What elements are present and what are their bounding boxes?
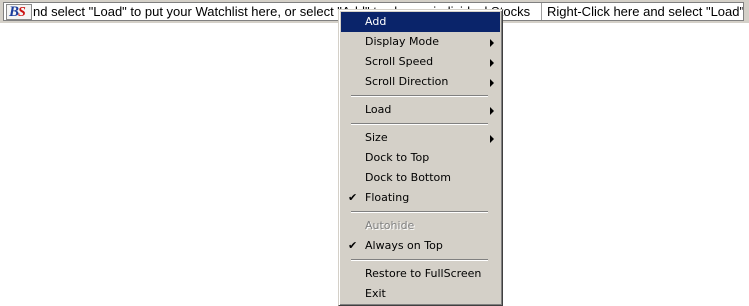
menu-item-label: Autohide bbox=[365, 219, 415, 232]
menu-item-label: Add bbox=[365, 15, 387, 28]
menu-item-dock-to-top[interactable]: Dock to Top bbox=[341, 148, 500, 168]
menu-item-display-mode[interactable]: Display Mode bbox=[341, 32, 500, 52]
menu-item-label: Floating bbox=[365, 191, 410, 204]
submenu-arrow-icon bbox=[490, 135, 494, 143]
menu-item-dock-to-bottom[interactable]: Dock to Bottom bbox=[341, 168, 500, 188]
menu-item-scroll-direction[interactable]: Scroll Direction bbox=[341, 72, 500, 92]
menu-item-label: Load bbox=[365, 103, 392, 116]
menu-separator bbox=[341, 256, 500, 264]
menu-item-always-on-top[interactable]: ✔ Always on Top bbox=[341, 236, 500, 256]
menu-item-label: Display Mode bbox=[365, 35, 440, 48]
menu-item-label: Always on Top bbox=[365, 239, 443, 252]
menu-item-label: Scroll Direction bbox=[365, 75, 449, 88]
menu-item-exit[interactable]: Exit bbox=[341, 284, 500, 304]
menu-item-floating[interactable]: ✔ Floating bbox=[341, 188, 500, 208]
menu-item-scroll-speed[interactable]: Scroll Speed bbox=[341, 52, 500, 72]
submenu-arrow-icon bbox=[490, 59, 494, 67]
menu-item-label: Scroll Speed bbox=[365, 55, 434, 68]
menu-separator bbox=[341, 92, 500, 100]
menu-item-label: Restore to FullScreen bbox=[365, 267, 482, 280]
menu-item-label: Size bbox=[365, 131, 388, 144]
context-menu: Add Display Mode Scroll Speed Scroll Dir… bbox=[338, 9, 503, 306]
ticker-scroll-text-2: Right-Click here and select "Load" bbox=[541, 3, 743, 20]
logo-letter-s: S bbox=[18, 5, 26, 20]
menu-item-label: Dock to Top bbox=[365, 151, 430, 164]
submenu-arrow-icon bbox=[490, 79, 494, 87]
menu-item-restore-to-fullscreen[interactable]: Restore to FullScreen bbox=[341, 264, 500, 284]
menu-item-add[interactable]: Add bbox=[341, 12, 500, 32]
menu-item-autohide: Autohide bbox=[341, 216, 500, 236]
menu-item-size[interactable]: Size bbox=[341, 128, 500, 148]
submenu-arrow-icon bbox=[490, 39, 494, 47]
checkmark-icon: ✔ bbox=[348, 191, 358, 204]
menu-item-label: Dock to Bottom bbox=[365, 171, 452, 184]
bs-logo-icon: B S bbox=[6, 4, 32, 20]
submenu-arrow-icon bbox=[490, 107, 494, 115]
menu-separator bbox=[341, 120, 500, 128]
checkmark-icon: ✔ bbox=[348, 239, 358, 252]
menu-item-label: Exit bbox=[365, 287, 386, 300]
menu-separator bbox=[341, 208, 500, 216]
menu-item-load[interactable]: Load bbox=[341, 100, 500, 120]
